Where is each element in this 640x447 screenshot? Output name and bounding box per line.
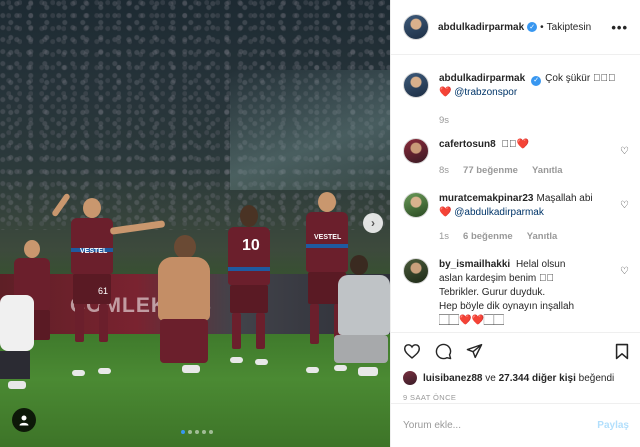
caption-username[interactable]: abdulkadirparmak (439, 73, 525, 84)
comment-body: cafertosun8 🏻🏻❤️ 8s 77 beğenme Yanıtla (439, 138, 623, 178)
comment-item: muratcemakpinar23 Maşallah abi ❤️ @abdulk… (403, 192, 629, 244)
likes-connector: ve (485, 372, 496, 384)
user-tag-button[interactable] (12, 408, 36, 432)
comment-item: cafertosun8 🏻🏻❤️ 8s 77 beğenme Yanıtla ♡ (403, 138, 629, 178)
avatar[interactable] (403, 138, 429, 164)
comment-time[interactable]: 1s (439, 230, 449, 244)
carousel-dot (188, 430, 192, 434)
comment-body: muratcemakpinar23 Maşallah abi ❤️ @abdulk… (439, 192, 623, 244)
carousel-dot (202, 430, 206, 434)
comment-text-line: Tebrikler. Gurur duyduk. (439, 287, 546, 298)
header-username[interactable]: abdulkadirparmak (438, 22, 524, 33)
staff-left (0, 285, 38, 395)
player-left: VESTEL 61 (51, 192, 166, 378)
next-image-button[interactable]: › (363, 213, 383, 233)
heart-emoji: ❤️ (439, 207, 452, 218)
post-header: abdulkadirparmak ✓ • Takiptesin ••• (391, 0, 640, 55)
comment-item: by_ismailhakki Helal olsun aslan kardeşi… (403, 258, 629, 328)
player-number: 10 (242, 237, 260, 254)
likes-suffix: beğendi (578, 372, 615, 384)
shirt-text: VESTEL (80, 248, 108, 255)
caption-time[interactable]: 9s (439, 114, 449, 128)
verified-icon: ✓ (531, 76, 542, 86)
avatar[interactable] (403, 258, 429, 284)
share-icon[interactable] (466, 343, 483, 359)
chevron-right-icon: › (371, 216, 375, 230)
shirt-text: VESTEL (314, 234, 342, 241)
avatar[interactable] (403, 14, 429, 40)
comment-time[interactable]: 8s (439, 164, 449, 178)
mention-link[interactable]: @abdulkadirparmak (454, 207, 544, 218)
verified-icon: ✓ (527, 22, 538, 32)
post-sidebar: abdulkadirparmak ✓ • Takiptesin ••• abdu… (390, 0, 640, 447)
avatar[interactable] (403, 192, 429, 218)
reply-button[interactable]: Yanıtla (532, 164, 563, 178)
comment-text-line: Hep böyle dik oynayın inşallah (439, 301, 575, 312)
heart-icon[interactable] (403, 343, 421, 359)
heart-emoji: ❤️ (439, 87, 452, 98)
comment-icon[interactable] (435, 343, 452, 360)
post-button[interactable]: Paylaş (597, 420, 629, 431)
post-time[interactable]: 9 SAAT ÖNCE (403, 393, 629, 402)
comment-body: by_ismailhakki Helal olsun aslan kardeşi… (439, 258, 623, 328)
carousel-indicator (181, 430, 213, 434)
comment-text-line: 🏻🏻❤️❤️🏻🏻 (439, 315, 504, 326)
reply-button[interactable]: Yanıtla (527, 230, 558, 244)
follow-status[interactable]: Takiptesin (547, 22, 591, 33)
more-icon[interactable]: ••• (611, 20, 628, 35)
caption-body: abdulkadirparmak ✓ Çok şükür 🏻🏻🏻 ❤️ @trabz… (439, 72, 623, 128)
avatar[interactable] (403, 371, 417, 385)
action-bar (403, 341, 629, 361)
comment-list: abdulkadirparmak ✓ Çok şükür 🏻🏻🏻 ❤️ @trabz… (391, 56, 640, 332)
liker-username[interactable]: luisibanez88 (423, 373, 482, 384)
post-photo[interactable]: ÇOMLEKLAS VESTEL 61 10 VESTEL › (0, 0, 390, 447)
mention-link[interactable]: @trabzonspor (454, 87, 517, 98)
player-number: 61 (97, 286, 108, 296)
comment-text: 🏻🏻❤️ (516, 139, 529, 150)
comment-username[interactable]: cafertosun8 (439, 139, 496, 150)
player-shirtless (148, 235, 218, 395)
staff-right (328, 255, 390, 385)
comment-username[interactable]: by_ismailhakki (439, 259, 510, 270)
player-number-10: 10 (212, 205, 282, 375)
comment-like-heart-icon[interactable]: ♡ (620, 200, 629, 211)
carousel-dot (209, 430, 213, 434)
likes-summary: luisibanez88 ve 27.344 diğer kişi beğend… (403, 371, 629, 385)
comment-form: Paylaş (391, 403, 640, 447)
caption: abdulkadirparmak ✓ Çok şükür 🏻🏻🏻 ❤️ @trabz… (403, 72, 629, 128)
likes-others[interactable]: 27.344 diğer kişi (499, 373, 576, 384)
comment-input[interactable] (403, 420, 598, 431)
carousel-dot (195, 430, 199, 434)
comment-text-line: aslan kardeşim benim 🏻🏻 (439, 273, 555, 284)
post-actions: luisibanez88 ve 27.344 diğer kişi beğend… (391, 332, 640, 402)
comment-likes[interactable]: 77 beğenme (463, 164, 518, 178)
bookmark-icon[interactable] (615, 343, 629, 360)
caption-text: Çok şükür 🏻🏻🏻 (545, 73, 616, 84)
comment-text-line: Helal olsun (515, 259, 566, 270)
comment-username[interactable]: muratcemakpinar23 (439, 193, 534, 204)
separator: • (540, 21, 544, 33)
comment-like-heart-icon[interactable]: ♡ (620, 146, 629, 157)
user-tag-icon (19, 415, 29, 426)
carousel-dot (181, 430, 185, 434)
avatar[interactable] (403, 72, 429, 98)
comment-like-heart-icon[interactable]: ♡ (620, 266, 629, 277)
comment-text: Maşallah abi (536, 193, 593, 204)
comment-likes[interactable]: 6 beğenme (463, 230, 513, 244)
stadium-light (230, 70, 390, 190)
